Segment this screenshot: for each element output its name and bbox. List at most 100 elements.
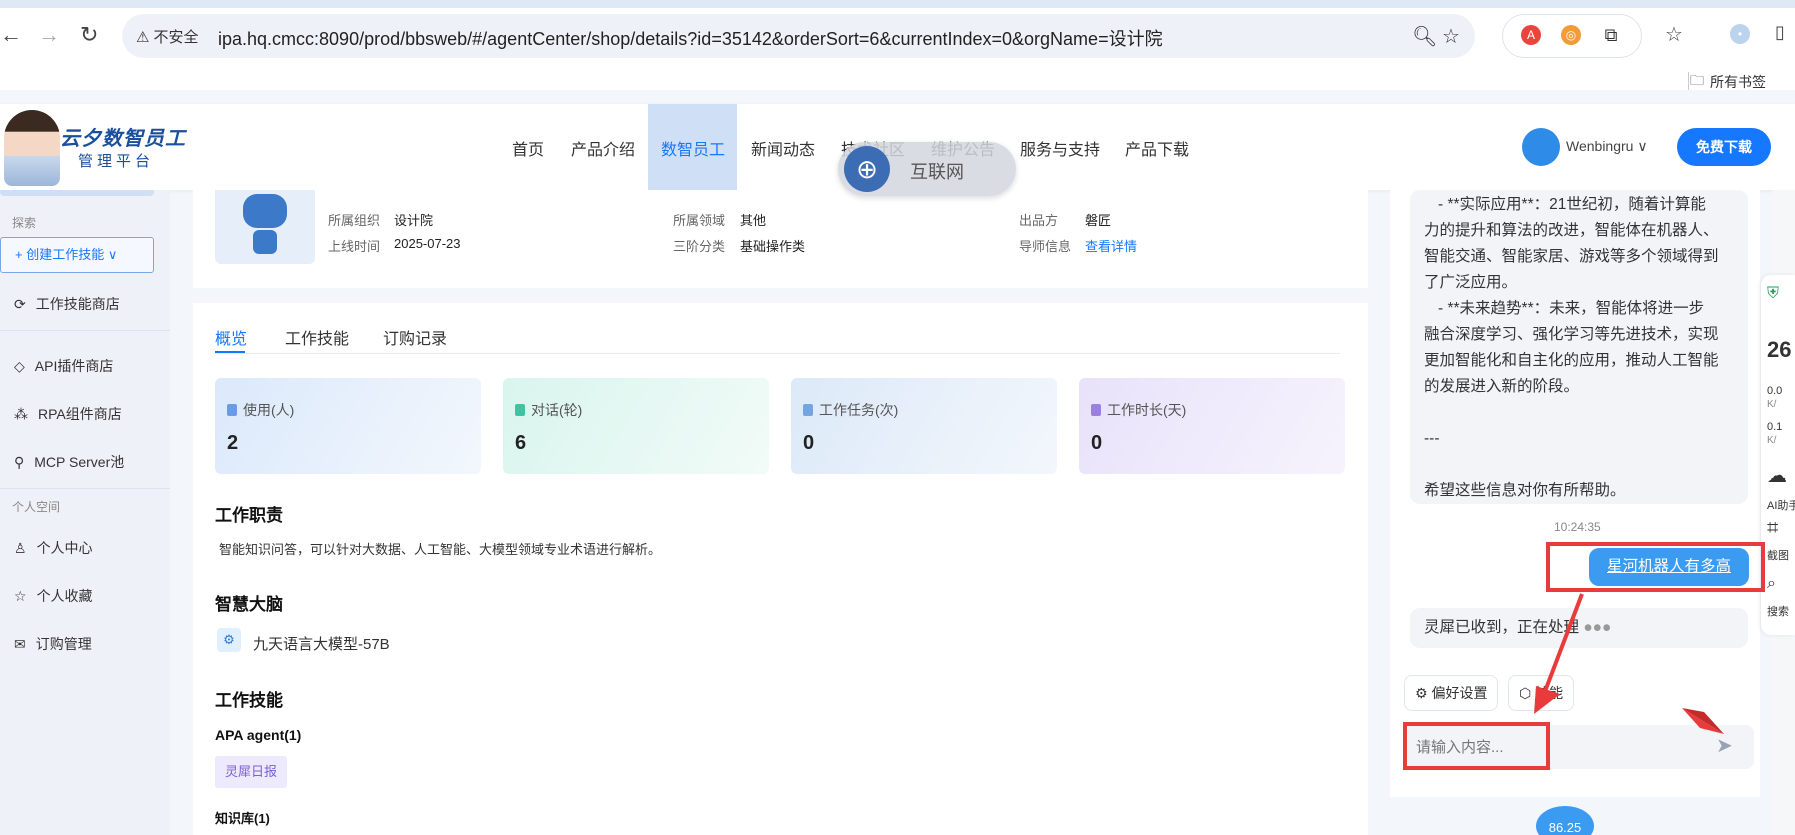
message-time: 10:24:35 (1554, 520, 1601, 534)
profile-icon[interactable]: • (1730, 24, 1750, 44)
forward-icon[interactable]: → (38, 22, 60, 48)
stat-card-dialogs: 对话(轮) 6 (503, 378, 769, 474)
username[interactable]: Wenbingru ∨ (1566, 138, 1648, 155)
logo-avatar[interactable] (4, 110, 60, 186)
url-text[interactable]: ipa.hq.cmcc:8090/prod/bbsweb/#/agentCent… (218, 25, 1163, 51)
nav-home[interactable]: 首页 (512, 136, 544, 160)
all-bookmarks[interactable]: 🗀 所有书签 (1690, 70, 1766, 94)
bookmark-star-icon[interactable]: ☆ (1665, 22, 1683, 47)
mentor-link[interactable]: 查看详情 (1085, 236, 1137, 255)
domain-value: 其他 (740, 213, 767, 228)
security-warning[interactable]: ⚠ 不安全 (136, 26, 198, 47)
diamond-icon: ◇ (14, 357, 25, 374)
nav-news[interactable]: 新闻动态 (751, 136, 815, 160)
chat-icon[interactable]: ☁ (1767, 463, 1787, 488)
avatar[interactable] (1522, 128, 1560, 166)
sidebar-item-personal-center[interactable]: ♙ 个人中心 (14, 538, 93, 558)
sidebar-top-highlight (0, 190, 154, 196)
sidebar: 探索 + 创建工作技能 ∨ ⟳ 工作技能商店 ◇ API插件商店 ⁂ RPA组件商店 … (0, 190, 170, 835)
nav-digital-staff[interactable]: 数智员工 (661, 136, 725, 160)
logo-title[interactable]: 云夕数智员工 (60, 122, 186, 151)
apa-title: APA agent(1) (215, 727, 302, 743)
search-icon[interactable]: ⌕ (1767, 575, 1776, 593)
mentor-label: 导师信息 (1019, 239, 1072, 254)
sidebar-item-favorites[interactable]: ☆ 个人收藏 (14, 586, 93, 606)
annotation-arrow-send (1682, 708, 1724, 734)
shield-icon[interactable]: ⛨ (1767, 285, 1779, 303)
address-bar[interactable]: ⚠ 不安全 ipa.hq.cmcc:8090/prod/bbsweb/#/age… (122, 14, 1475, 58)
user-icon: ♙ (14, 539, 27, 556)
user-stat-icon (227, 404, 237, 416)
stat-value: 0 (803, 432, 815, 454)
overview-card: 概览 工作技能 订购记录 使用(人) 2 对话(轮) 6 工作任务(次) 0 工… (193, 303, 1368, 835)
floating-score-badge[interactable]: 86.25 (1536, 806, 1594, 835)
tab-active-indicator (215, 351, 245, 353)
agent-info-card: 所属组织 设计院 所属领域 其他 出品方 磐匠 上线时间 2025-07-23 … (193, 190, 1368, 288)
warning-icon: ⚠ (136, 28, 150, 46)
extension-red-icon[interactable]: A (1521, 25, 1541, 45)
globe-icon: ⊕ (844, 146, 890, 192)
star-icon[interactable]: ☆ (1442, 24, 1460, 49)
upload-speed: 0.0 (1767, 385, 1783, 397)
divider (1688, 72, 1689, 90)
logo-subtitle: 管理平台 (78, 153, 155, 170)
online-value: 2025-07-23 (394, 236, 461, 251)
sidebar-item-rpa-store[interactable]: ⁂ RPA组件商店 (14, 404, 122, 424)
nav-support[interactable]: 服务与支持 (1020, 136, 1100, 160)
network-badge[interactable]: ⊕ 互联网 (838, 142, 1016, 196)
ai-assistant-label[interactable]: AI助手 (1767, 497, 1795, 513)
stat-card-users: 使用(人) 2 (215, 378, 481, 474)
tab-skills[interactable]: 工作技能 (285, 325, 349, 349)
nav-product-intro[interactable]: 产品介绍 (571, 136, 635, 160)
stat-value: 0 (1091, 432, 1103, 454)
stat-value: 2 (227, 432, 239, 454)
reload-icon[interactable]: ↻ (80, 22, 98, 48)
sidebar-item-mcp-pool[interactable]: ⚲ MCP Server池 (14, 452, 124, 472)
org-value: 设计院 (394, 213, 434, 228)
stat-value: 6 (515, 432, 527, 454)
ai-message: - **实际应用**：21世纪初，随着计算能 力的提升和算法的改进，智能体在机器… (1410, 190, 1748, 504)
stat-card-hours: 工作时长(天) 0 (1079, 378, 1345, 474)
duty-title: 工作职责 (215, 506, 283, 525)
time-stat-icon (1091, 404, 1101, 416)
tab-overview[interactable]: 概览 (215, 325, 247, 349)
store-icon: ⟳ (14, 295, 26, 312)
extension-orange-icon[interactable]: ◎ (1561, 25, 1581, 45)
domain-label: 所属领域 (673, 213, 726, 228)
screenshot-label[interactable]: 截图 (1767, 547, 1789, 563)
gear-icon: ⚙ (1415, 685, 1428, 701)
annotation-box-user-message (1546, 542, 1765, 592)
org-label: 所属组织 (328, 213, 381, 228)
preferences-button[interactable]: ⚙ 偏好设置 (1404, 675, 1499, 711)
tab-orders[interactable]: 订购记录 (383, 325, 447, 349)
stat-card-tasks: 工作任务(次) 0 (791, 378, 1057, 474)
divider (0, 488, 170, 489)
extensions-group: A ◎ ⧉ (1502, 14, 1642, 58)
nav-download[interactable]: 产品下载 (1125, 136, 1189, 160)
folder-icon: 🗀 (1690, 72, 1704, 88)
kb-title: 知识库(1) (215, 811, 270, 826)
free-download-button[interactable]: 免费下载 (1677, 128, 1771, 166)
robot-avatar (215, 190, 315, 264)
star-icon: ☆ (14, 587, 27, 604)
sidebar-item-skill-store[interactable]: ⟳ 工作技能商店 (14, 294, 120, 314)
zoom-icon[interactable]: 🔍︎ (1412, 24, 1437, 49)
dialog-stat-icon (515, 404, 525, 416)
crop-icon[interactable]: ⌗ (1767, 517, 1778, 540)
model-icon: ⚙ (217, 628, 241, 652)
skill-chip[interactable]: 灵犀日报 (215, 756, 288, 788)
monitor-number: 26 (1767, 337, 1792, 362)
sidebar-item-api-store[interactable]: ◇ API插件商店 (14, 356, 113, 376)
sidebar-item-orders[interactable]: ✉ 订购管理 (14, 634, 92, 654)
search-label[interactable]: 搜索 (1767, 603, 1789, 619)
puzzle-icon[interactable]: ⧉ (1601, 25, 1621, 45)
tool-sidebar: ⛨ 26 0.0 K/ 0.1 K/ ☁ AI助手 ⌗ 截图 ⌕ 搜索 (1761, 275, 1795, 635)
duty-text: 智能知识问答，可以针对大数据、人工智能、大模型领域专业术语进行解析。 (219, 542, 662, 557)
producer-value: 磐匠 (1085, 213, 1112, 228)
menu-icon[interactable]: ▯ (1775, 22, 1785, 43)
browser-chrome: ← → ↻ ⚠ 不安全 ipa.hq.cmcc:8090/prod/bbsweb… (0, 0, 1795, 90)
brain-title: 智慧大脑 (215, 595, 283, 614)
back-icon[interactable]: ← (0, 22, 22, 48)
create-skill-button[interactable]: + 创建工作技能 ∨ (0, 237, 154, 273)
divider (0, 330, 170, 331)
